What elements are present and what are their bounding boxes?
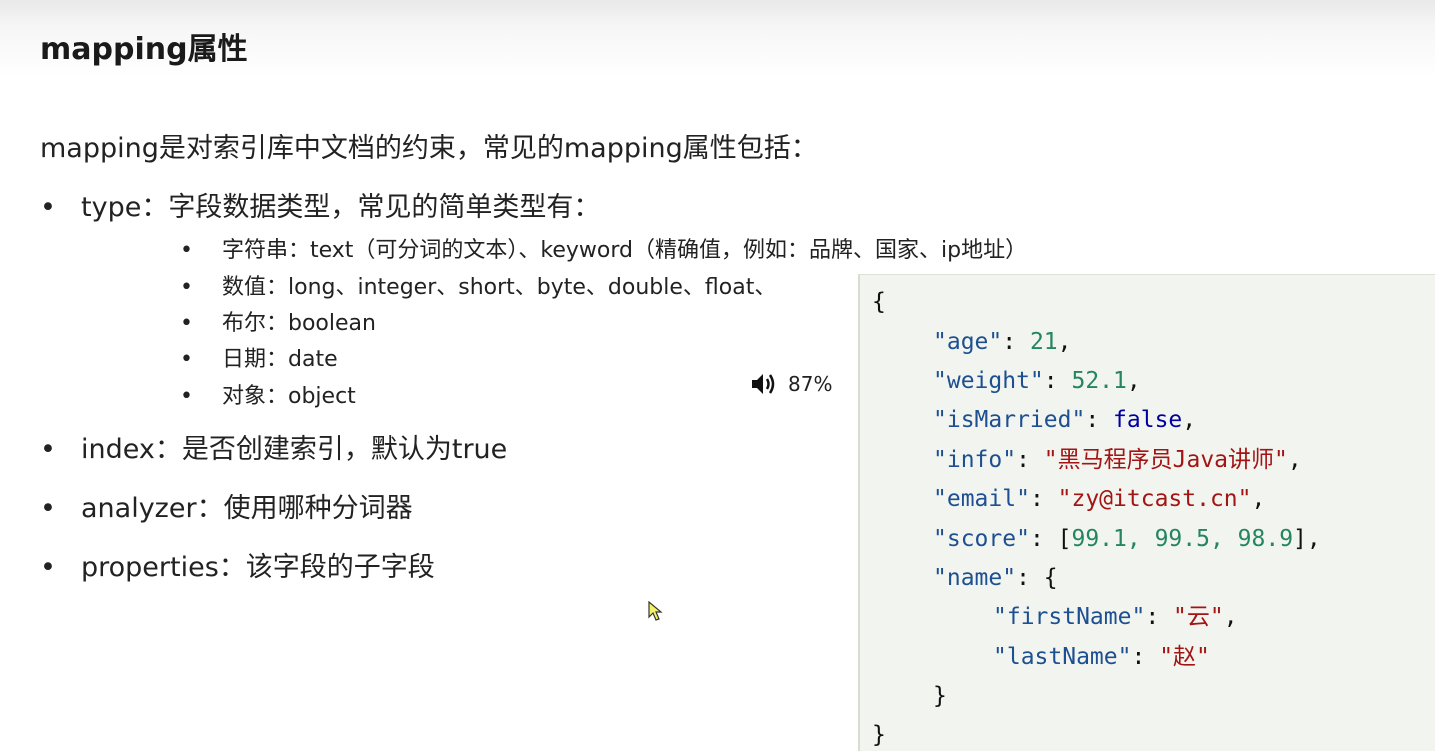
code-line-name: "name": { <box>933 565 1058 591</box>
sub-bullet-dot: • <box>180 347 193 372</box>
code-line-ismarried: "isMarried": false, <box>933 407 1197 433</box>
code-line-weight: "weight": 52.1, <box>933 368 1141 394</box>
code-key: "weight" <box>933 368 1044 394</box>
sub-bullet-boolean-text: 布尔：boolean <box>222 311 376 336</box>
code-key: "info" <box>933 447 1017 473</box>
bullet-dot: • <box>40 493 56 524</box>
speaker-icon <box>752 374 775 394</box>
bullet-analyzer: • analyzer：使用哪种分词器 <box>40 486 413 525</box>
volume-indicator: 87% <box>750 371 832 397</box>
sub-bullet-dot: • <box>180 384 193 409</box>
code-string: "zy@itcast.cn" <box>1057 486 1252 512</box>
sub-bullet-object: • 对象：object <box>180 378 356 410</box>
code-line-firstname: "firstName": "云", <box>993 604 1238 630</box>
intro-text: mapping是对索引库中文档的约束，常见的mapping属性包括： <box>40 133 818 164</box>
code-key: "isMarried" <box>933 407 1086 433</box>
sub-bullet-dot: • <box>180 238 193 263</box>
code-string: "黑马程序员Java讲师" <box>1043 447 1288 473</box>
volume-level: 87% <box>788 372 833 396</box>
sub-bullet-string-text: 字符串：text（可分词的文本）、keyword（精确值，例如：品牌、国家、ip… <box>222 238 1028 263</box>
sub-bullet-string: • 字符串：text（可分词的文本）、keyword（精确值，例如：品牌、国家、i… <box>180 232 1027 264</box>
mouse-cursor-icon <box>648 601 663 621</box>
code-line-name-close: } <box>933 681 947 711</box>
bullet-index-text: index：是否创建索引，默认为true <box>81 434 508 465</box>
bullet-type: • type：字段数据类型，常见的简单类型有： <box>40 185 600 224</box>
bullet-analyzer-text: analyzer：使用哪种分词器 <box>81 493 413 524</box>
close-brace: } <box>933 683 947 709</box>
code-line-lastname: "lastName": "赵" <box>993 644 1210 670</box>
code-string: "赵" <box>1159 644 1210 670</box>
code-number-array: 99.1, 99.5, 98.9 <box>1071 526 1294 552</box>
close-brace: } <box>872 722 886 748</box>
code-key: "score" <box>933 526 1030 552</box>
sub-bullet-boolean: • 布尔：boolean <box>180 305 376 337</box>
code-key: "age" <box>933 329 1003 355</box>
sub-bullet-number-text: 数值：long、integer、short、byte、double、float、 <box>222 275 777 300</box>
sub-bullet-dot: • <box>180 311 193 336</box>
code-line-info: "info": "黑马程序员Java讲师", <box>933 447 1302 473</box>
sub-bullet-date: • 日期：date <box>180 341 338 373</box>
code-key: "firstName" <box>993 604 1146 630</box>
json-code-block: { "age": 21, "weight": 52.1, "isMarried"… <box>858 274 1435 751</box>
bullet-type-text: type：字段数据类型，常见的简单类型有： <box>81 192 601 223</box>
code-key: "lastName" <box>993 644 1132 670</box>
code-line-email: "email": "zy@itcast.cn", <box>933 486 1266 512</box>
code-line-score: "score": [99.1, 99.5, 98.9], <box>933 526 1321 552</box>
page-title: mapping属性 <box>40 32 248 67</box>
code-line-age: "age": 21, <box>933 329 1072 355</box>
bullet-dot: • <box>40 552 56 583</box>
bullet-dot: • <box>40 192 56 223</box>
code-boolean: false <box>1113 407 1183 433</box>
code-key: "email" <box>933 486 1030 512</box>
open-brace: { <box>872 289 886 315</box>
sub-bullet-date-text: 日期：date <box>222 347 338 372</box>
sub-bullet-number: • 数值：long、integer、short、byte、double、float… <box>180 269 776 301</box>
code-number: 52.1 <box>1071 368 1127 394</box>
bullet-dot: • <box>40 434 56 465</box>
code-line-open: { <box>872 287 886 317</box>
sub-bullet-dot: • <box>180 275 193 300</box>
bullet-index: • index：是否创建索引，默认为true <box>40 427 507 466</box>
sub-bullet-object-text: 对象：object <box>222 384 356 409</box>
bullet-properties-text: properties：该字段的子字段 <box>81 552 435 583</box>
code-number: 21 <box>1029 329 1058 355</box>
code-string: "云" <box>1173 604 1224 630</box>
code-line-close: } <box>872 720 886 750</box>
code-key: "name" <box>933 565 1017 591</box>
bullet-properties: • properties：该字段的子字段 <box>40 545 435 584</box>
